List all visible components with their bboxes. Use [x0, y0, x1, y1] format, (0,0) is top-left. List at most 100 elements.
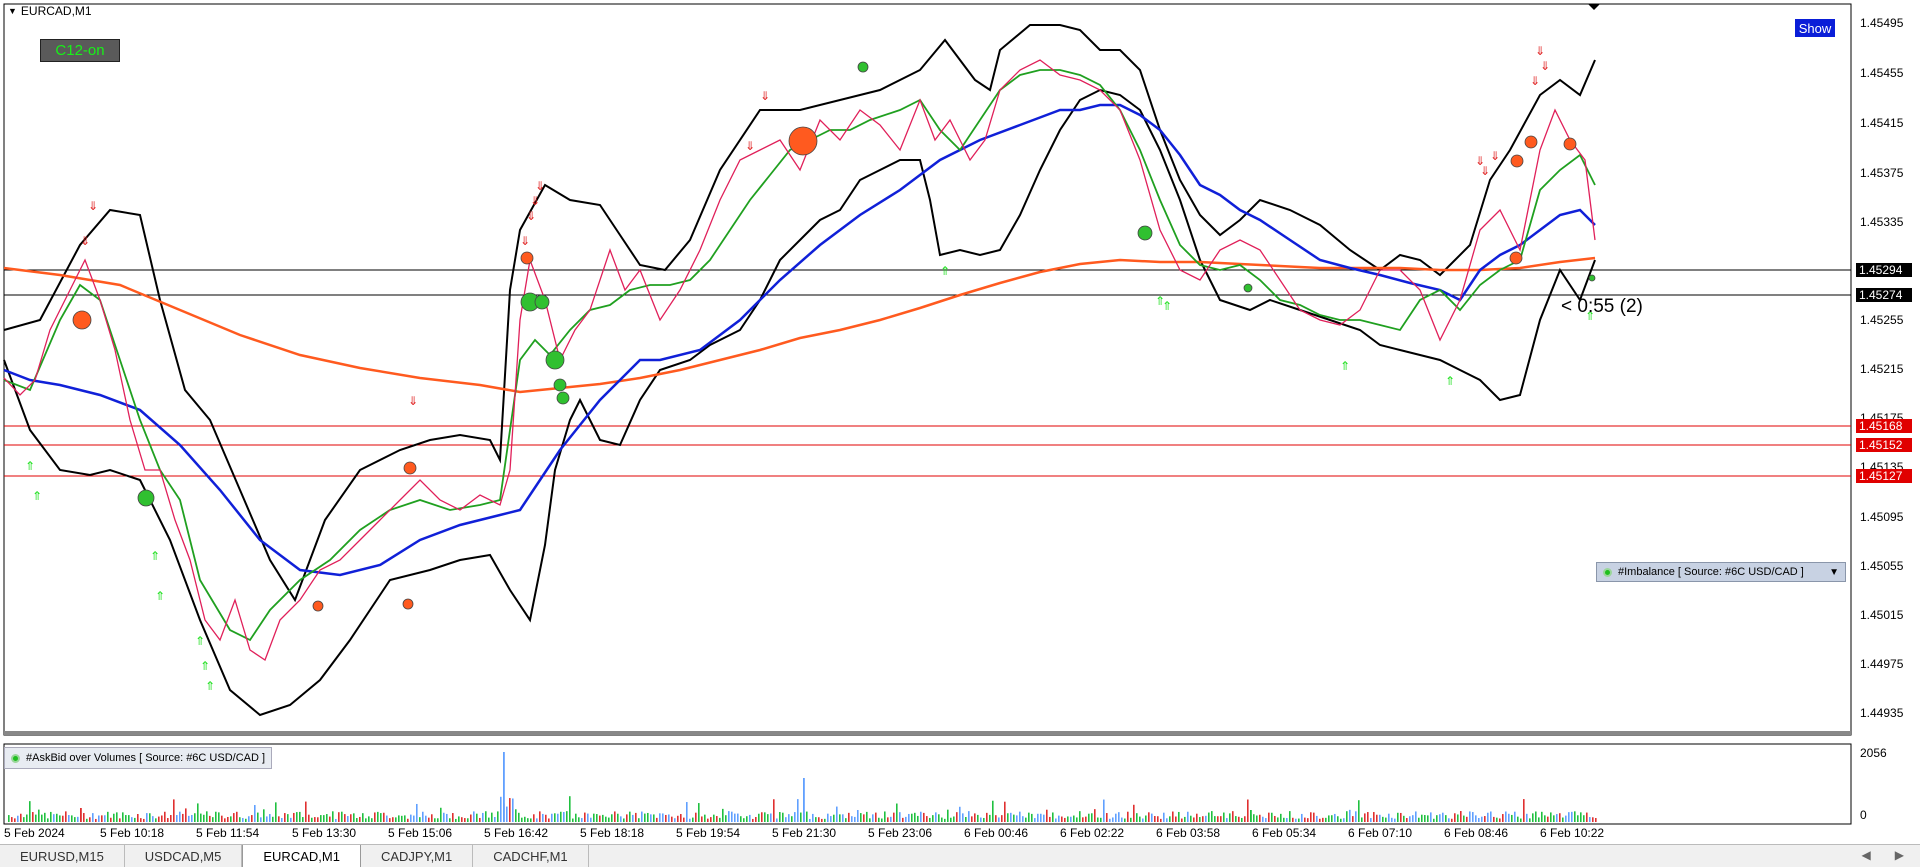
volume-bar [1109, 818, 1111, 822]
volume-bar [644, 813, 646, 822]
volume-bar [1124, 818, 1126, 822]
volume-bar [302, 817, 304, 822]
volume-bar [23, 817, 25, 822]
tab-usdcad-m5[interactable]: USDCAD,M5 [125, 845, 243, 867]
volume-bar [1583, 815, 1585, 822]
volume-bar [1022, 816, 1024, 822]
volume-scale-max: 2056 [1860, 746, 1887, 760]
buy-arrow-icon: ⇑ [32, 489, 42, 503]
volume-bar [758, 813, 760, 822]
volume-bar [1541, 811, 1543, 822]
volume-bar [764, 812, 766, 822]
volume-frame [3, 743, 1852, 825]
volume-indicator-label[interactable]: #AskBid over Volumes [ Source: #6C USD/C… [4, 747, 273, 769]
volume-bar [1127, 811, 1129, 822]
volume-bar [497, 811, 499, 822]
volume-bar [458, 816, 460, 822]
show-button[interactable]: Show [1795, 19, 1835, 37]
volume-bar [353, 813, 355, 822]
scroll-left-icon[interactable]: ◀ [1862, 848, 1871, 862]
volume-bar [416, 803, 418, 822]
volume-bar [863, 814, 865, 822]
chart-area[interactable]: ⇓ ⇓ ⇓ ⇓ ⇓ ⇓ ⇓ ⇓ ⇓ ⇓ ⇓ ⇓ ⇓ ⇓ ⇓ ⇑ ⇑ ⇑ ⇑ ⇑ ⇑ ⇑ ⇑ ⇑ ⇑ ⇑ ⇑ ⇑ ▼ EURCAD,M1… [0, 0, 1920, 840]
volume-bar [1532, 813, 1534, 822]
volume-bar [68, 815, 70, 822]
volume-bar [443, 812, 445, 822]
volume-bar [1445, 815, 1447, 822]
tab-eurcad-m1[interactable]: EURCAD,M1 [242, 845, 361, 867]
volume-bar [725, 815, 727, 822]
volume-bar [1196, 813, 1198, 822]
volume-bar [221, 815, 223, 822]
volume-bar [1559, 813, 1561, 822]
volume-bar [623, 818, 625, 822]
tab-cadchf-m1[interactable]: CADCHF,M1 [473, 845, 589, 867]
volume-bar [1322, 817, 1324, 822]
volume-bar [1328, 815, 1330, 822]
volume-bar [890, 816, 892, 822]
volume-bar [272, 816, 274, 822]
volume-bar [389, 818, 391, 822]
volume-bar [1016, 815, 1018, 822]
tab-cadjpy-m1[interactable]: CADJPY,M1 [361, 845, 474, 867]
shift-marker-icon[interactable] [1588, 4, 1600, 10]
volume-bar [242, 817, 244, 822]
triangle-down-icon[interactable]: ▼ [8, 6, 17, 16]
scroll-right-icon[interactable]: ▶ [1895, 848, 1904, 862]
volume-bar [317, 817, 319, 822]
volume-bar [1163, 812, 1165, 822]
volume-spike [803, 778, 805, 822]
c12-toggle-button[interactable]: C12-on [40, 39, 120, 62]
volume-bar [1487, 812, 1489, 822]
volume-bar [770, 813, 772, 822]
volume-bar [269, 814, 271, 822]
signal-markers: ⇓⇓⇓⇓⇓⇓⇓⇓⇓⇓⇓⇓⇓⇓⇓⇑⇑⇑⇑⇑⇑⇑⇑⇑⇑⇑⇑⇑ [25, 44, 1596, 693]
volume-bar [1457, 814, 1459, 822]
volume-bar [824, 818, 826, 822]
volume-bar [29, 801, 31, 822]
volume-bar [200, 813, 202, 822]
volume-bar [806, 811, 808, 822]
ma-mid [3, 103, 1596, 577]
volume-bar [194, 813, 196, 822]
volume-bar [1361, 817, 1363, 822]
volume-bar [1043, 814, 1045, 822]
volume-bar [947, 809, 949, 822]
price-axis-label: 1.44935 [1860, 706, 1904, 720]
dropdown-arrow-icon[interactable]: ▼ [1829, 567, 1839, 578]
volume-bar [1550, 812, 1552, 822]
volume-bar [1343, 818, 1345, 822]
price-chart[interactable]: ⇓⇓⇓⇓⇓⇓⇓⇓⇓⇓⇓⇓⇓⇓⇓⇑⇑⇑⇑⇑⇑⇑⇑⇑⇑⇑⇑⇑ [0, 0, 1920, 840]
volume-bar [1382, 816, 1384, 822]
volume-bar [578, 817, 580, 822]
volume-bar [1547, 816, 1549, 822]
volume-bar [1340, 818, 1342, 822]
volume-bar [560, 811, 562, 822]
volume-bar [485, 811, 487, 822]
volume-bar [35, 814, 37, 822]
volume-bar [866, 811, 868, 822]
volume-bar [941, 817, 943, 822]
buy-signal-circle [534, 294, 550, 310]
volume-bar [1280, 813, 1282, 822]
volume-bar [1313, 812, 1315, 822]
tab-eurusd-m15[interactable]: EURUSD,M15 [0, 845, 125, 867]
imbalance-indicator-panel[interactable]: #Imbalance [ Source: #6C USD/CAD ] ▼ [1596, 562, 1846, 582]
volume-bar [413, 815, 415, 822]
volume-bar [473, 811, 475, 822]
volume-bar [887, 817, 889, 822]
time-axis-label: 5 Feb 16:42 [484, 826, 549, 840]
volume-bar [707, 818, 709, 822]
buy-arrow-icon: ⇑ [205, 679, 215, 693]
sell-arrow-icon: ⇓ [535, 179, 545, 193]
volume-bar [1490, 811, 1492, 822]
volume-bar [182, 813, 184, 822]
volume-bar [545, 814, 547, 822]
sell-arrow-icon: ⇓ [526, 209, 536, 223]
volume-bar [164, 811, 166, 822]
volume-bar [983, 817, 985, 822]
volume-bar [782, 812, 784, 822]
volume-bar [767, 814, 769, 822]
volume-bar [1400, 812, 1402, 822]
volume-bar [884, 811, 886, 822]
